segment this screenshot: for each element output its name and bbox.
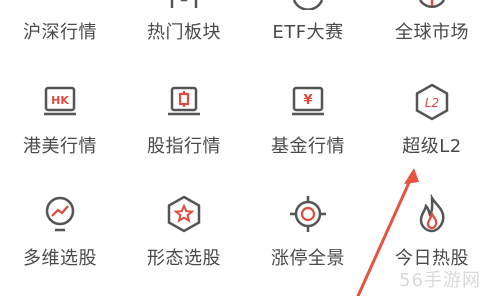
yen-icon-text: ¥ [303, 93, 312, 108]
grid-item-etf-contest[interactable]: ETF大赛 [248, 0, 368, 70]
trend-bulb-icon [40, 194, 80, 234]
star-hexagon-icon [164, 194, 204, 234]
grid-item-label: 超级L2 [402, 136, 462, 157]
hk-market-icon: HK [40, 82, 80, 122]
grid-item-label: 多维选股 [23, 248, 97, 269]
grid-item-label: 热门板块 [147, 22, 221, 43]
grid-item-global-markets[interactable]: 全球市场 [372, 0, 487, 70]
grid-item-index-futures[interactable]: 股指行情 [124, 82, 244, 182]
grid-item-label: 港美行情 [23, 136, 97, 157]
grid-item-label: 全球市场 [395, 22, 469, 43]
grid-item-limit-up-panorama[interactable]: 涨停全景 [248, 194, 368, 294]
grid-item-label: 股指行情 [147, 136, 221, 157]
grid-item-shanghai-shenzhen[interactable]: 沪深行情 [0, 0, 120, 70]
l2-icon-text: L2 [425, 96, 439, 110]
fund-icon: ¥ [288, 82, 328, 122]
market-icon [40, 0, 80, 10]
watermark: 56手游网 [399, 270, 481, 291]
grid-item-hk-us-market[interactable]: HK 港美行情 [0, 82, 120, 182]
grid-item-label: 形态选股 [147, 248, 221, 269]
grid-item-hot-sectors[interactable]: 热门板块 [124, 0, 244, 70]
etf-icon [288, 0, 328, 10]
feature-grid: 沪深行情 热门板块 ETF大赛 全球市场 HK 港美行情 股指行情 ¥ 基金行情… [0, 0, 487, 296]
flame-icon [412, 194, 452, 234]
sector-icon [164, 0, 204, 10]
hk-icon-text: HK [51, 94, 69, 107]
index-futures-icon [164, 82, 204, 122]
grid-item-pattern-pick[interactable]: 形态选股 [124, 194, 244, 294]
grid-item-label: 沪深行情 [23, 22, 97, 43]
l2-hexagon-icon: L2 [412, 82, 452, 122]
grid-item-label: 涨停全景 [271, 248, 345, 269]
grid-item-label: ETF大赛 [272, 22, 344, 43]
grid-item-multi-dimension-pick[interactable]: 多维选股 [0, 194, 120, 294]
grid-item-super-l2[interactable]: L2 超级L2 [372, 82, 487, 182]
target-icon [288, 194, 328, 234]
grid-item-label: 基金行情 [271, 136, 345, 157]
globe-icon [412, 0, 452, 10]
grid-item-fund-market[interactable]: ¥ 基金行情 [248, 82, 368, 182]
